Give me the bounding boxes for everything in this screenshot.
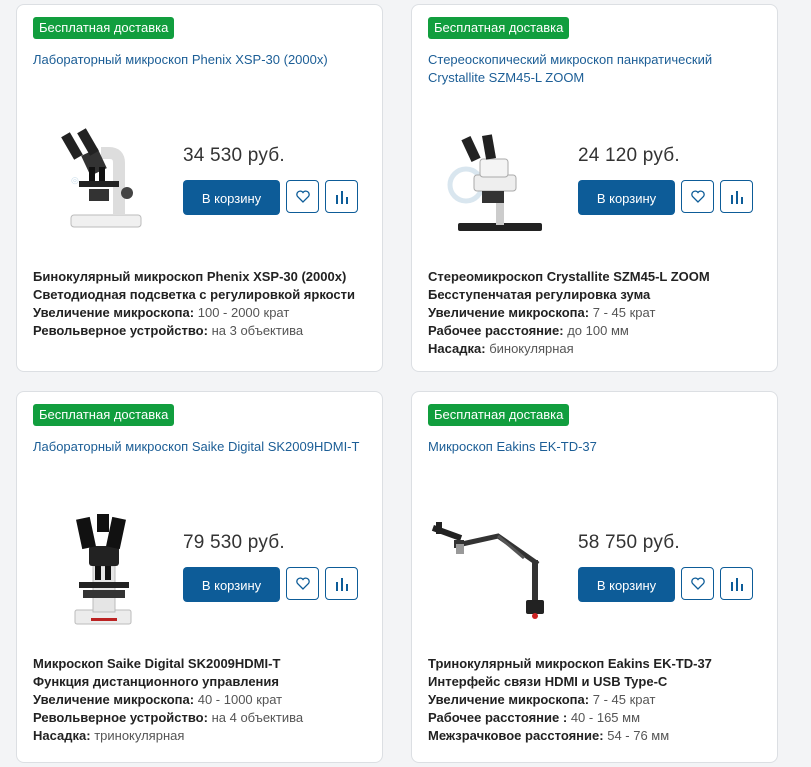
spec-row: Револьверное устройство: на 4 объектива xyxy=(33,710,304,725)
product-image[interactable] xyxy=(49,510,169,630)
feature-line: Бесступенчатая регулировка зума xyxy=(428,287,651,302)
add-to-cart-button[interactable]: В корзину xyxy=(183,180,280,215)
product-title-link[interactable]: Стереоскопический микроскоп панкратическ… xyxy=(428,51,758,87)
product-image[interactable]: ◎ xyxy=(49,123,169,243)
feature-line: Функция дистанционного управления xyxy=(33,674,279,689)
model-line: Тринокулярный микроскоп Eakins EK-TD-37 xyxy=(428,656,712,671)
boom-stand-microscope-icon xyxy=(431,522,544,619)
product-title-link[interactable]: Микроскоп Eakins EK-TD-37 xyxy=(428,438,758,456)
compare-button[interactable] xyxy=(720,567,753,600)
favorite-button[interactable] xyxy=(681,180,714,213)
binocular-microscope-icon: ◎ xyxy=(61,128,142,228)
free-delivery-badge: Бесплатная доставка xyxy=(428,404,570,426)
bar-chart-icon xyxy=(335,577,348,591)
free-delivery-badge: Бесплатная доставка xyxy=(33,404,175,426)
add-to-cart-button[interactable]: В корзину xyxy=(183,567,280,602)
compare-button[interactable] xyxy=(325,180,358,213)
stereo-microscope-icon xyxy=(447,134,542,231)
compare-button[interactable] xyxy=(720,180,753,213)
product-price: 79 530 руб. xyxy=(183,532,285,553)
free-delivery-badge: Бесплатная доставка xyxy=(33,17,175,39)
product-card: Бесплатная доставка Лабораторный микроск… xyxy=(16,391,383,763)
product-specs: Тринокулярный микроскоп Eakins EK-TD-37 … xyxy=(428,655,773,745)
product-specs: Микроскоп Saike Digital SK2009HDMI-T Фун… xyxy=(33,655,378,745)
model-line: Стереомикроскоп Crystallite SZM45-L ZOOM xyxy=(428,269,710,284)
heart-icon xyxy=(690,577,705,590)
product-image[interactable] xyxy=(428,510,568,630)
spec-row: Увеличение микроскопа: 7 - 45 крат xyxy=(428,692,656,707)
product-card: Бесплатная доставка Микроскоп Eakins EK-… xyxy=(411,391,778,763)
compare-button[interactable] xyxy=(325,567,358,600)
bar-chart-icon xyxy=(335,190,348,204)
favorite-button[interactable] xyxy=(286,567,319,600)
trinocular-microscope-icon xyxy=(74,514,132,625)
spec-row: Увеличение микроскопа: 7 - 45 крат xyxy=(428,305,656,320)
spec-row: Рабочее расстояние : 40 - 165 мм xyxy=(428,710,641,725)
spec-row: Рабочее расстояние: до 100 мм xyxy=(428,323,629,338)
product-price: 24 120 руб. xyxy=(578,145,680,166)
model-line: Бинокулярный микроскоп Phenix XSP-30 (20… xyxy=(33,269,347,284)
bar-chart-icon xyxy=(730,190,743,204)
spec-row: Увеличение микроскопа: 40 - 1000 крат xyxy=(33,692,283,707)
heart-icon xyxy=(690,190,705,203)
free-delivery-badge: Бесплатная доставка xyxy=(428,17,570,39)
feature-line: Интерфейс связи HDMI и USB Type-C xyxy=(428,674,668,689)
feature-line: Светодиодная подсветка с регулировкой яр… xyxy=(33,287,356,302)
add-to-cart-button[interactable]: В корзину xyxy=(578,567,675,602)
favorite-button[interactable] xyxy=(286,180,319,213)
add-to-cart-button[interactable]: В корзину xyxy=(578,180,675,215)
product-title-link[interactable]: Лабораторный микроскоп Saike Digital SK2… xyxy=(33,438,363,456)
product-card: Бесплатная доставка Стереоскопический ми… xyxy=(411,4,778,372)
product-card: Бесплатная доставка Лабораторный микроск… xyxy=(16,4,383,372)
bar-chart-icon xyxy=(730,577,743,591)
spec-row: Увеличение микроскопа: 100 - 2000 крат xyxy=(33,305,290,320)
spec-row: Межзрачковое расстояние: 54 - 76 мм xyxy=(428,728,670,743)
model-line: Микроскоп Saike Digital SK2009HDMI-T xyxy=(33,656,281,671)
product-title-link[interactable]: Лабораторный микроскоп Phenix XSP-30 (20… xyxy=(33,51,363,69)
product-price: 34 530 руб. xyxy=(183,145,285,166)
heart-icon xyxy=(295,190,310,203)
product-specs: Бинокулярный микроскоп Phenix XSP-30 (20… xyxy=(33,268,378,340)
spec-row: Револьверное устройство: на 3 объектива xyxy=(33,323,304,338)
favorite-button[interactable] xyxy=(681,567,714,600)
product-image[interactable] xyxy=(444,123,564,243)
spec-row: Насадка: тринокулярная xyxy=(33,728,185,743)
svg-text:◎: ◎ xyxy=(71,175,79,185)
product-price: 58 750 руб. xyxy=(578,532,680,553)
spec-row: Насадка: бинокулярная xyxy=(428,341,574,356)
product-specs: Стереомикроскоп Crystallite SZM45-L ZOOM… xyxy=(428,268,773,358)
heart-icon xyxy=(295,577,310,590)
